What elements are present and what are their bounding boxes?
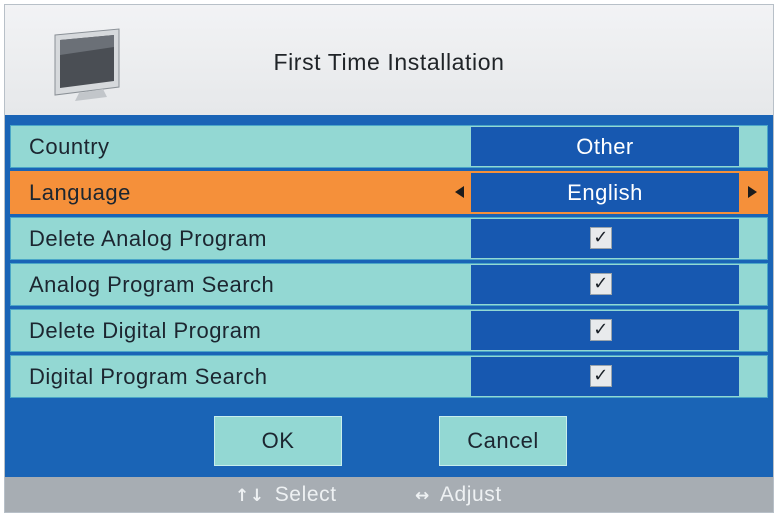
delete-analog-checkbox[interactable]: ✓ [590, 227, 612, 249]
page-title: First Time Installation [273, 49, 505, 75]
arrow-right-icon[interactable] [748, 186, 757, 198]
arrow-left-icon[interactable] [455, 186, 464, 198]
ok-button[interactable]: OK [214, 416, 342, 466]
setting-row-delete-analog[interactable]: Delete Analog Program ✓ [10, 217, 768, 260]
adjust-hint: ↔ Adjust [415, 477, 502, 514]
setting-label: Delete Digital Program [29, 318, 262, 343]
setting-label: Country [29, 134, 110, 159]
setting-label: Digital Program Search [29, 364, 268, 389]
setting-row-delete-digital[interactable]: Delete Digital Program ✓ [10, 309, 768, 352]
setting-label: Delete Analog Program [29, 226, 267, 251]
delete-digital-checkbox[interactable]: ✓ [590, 319, 612, 341]
select-hint: ↑↓ Select [235, 477, 337, 514]
setting-label: Language [29, 180, 131, 205]
checkbox-cell: ✓ [471, 265, 739, 304]
cancel-button[interactable]: Cancel [439, 416, 567, 466]
checkbox-cell: ✓ [471, 219, 739, 258]
adjust-hint-label: Adjust [439, 483, 502, 506]
setting-row-digital-search[interactable]: Digital Program Search ✓ [10, 355, 768, 398]
country-value[interactable]: Other [471, 127, 739, 166]
settings-list: Country Other Language English Delete An… [10, 125, 768, 401]
digital-search-checkbox[interactable]: ✓ [590, 365, 612, 387]
installation-dialog: First Time Installation Country Other La… [4, 4, 774, 513]
left-right-arrows-icon: ↔ [415, 486, 430, 506]
setting-label: Analog Program Search [29, 272, 275, 297]
setting-row-country[interactable]: Country Other [10, 125, 768, 168]
dialog-header: First Time Installation [5, 5, 773, 115]
checkbox-cell: ✓ [471, 311, 739, 350]
analog-search-checkbox[interactable]: ✓ [590, 273, 612, 295]
checkbox-cell: ✓ [471, 357, 739, 396]
setting-row-analog-search[interactable]: Analog Program Search ✓ [10, 263, 768, 306]
language-value[interactable]: English [471, 173, 739, 212]
select-hint-label: Select [274, 483, 337, 506]
up-down-arrows-icon: ↑↓ [235, 486, 265, 506]
setting-row-language[interactable]: Language English [10, 171, 768, 214]
help-bar: ↑↓ Select ↔ Adjust [5, 477, 773, 512]
